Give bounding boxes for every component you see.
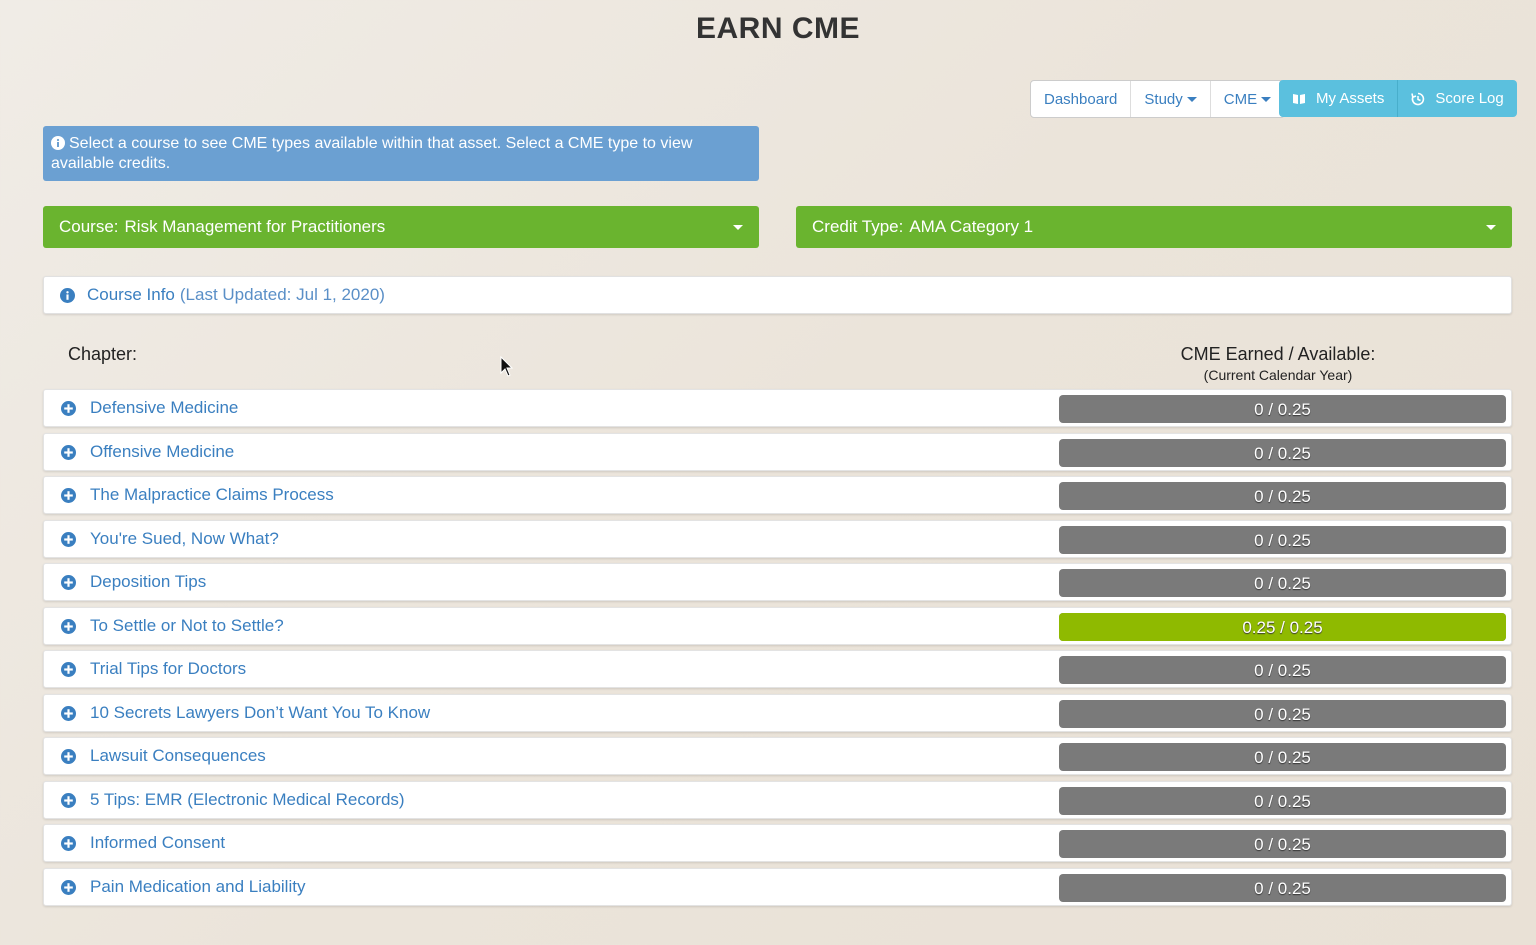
study-dropdown-button[interactable]: Study xyxy=(1131,81,1211,117)
chapter-title[interactable]: You're Sued, Now What? xyxy=(90,529,279,549)
cme-label: CME xyxy=(1223,90,1258,108)
chapter-title[interactable]: Pain Medication and Liability xyxy=(90,877,305,897)
chapter-row[interactable]: Lawsuit Consequences 0 / 0.25 xyxy=(43,737,1512,775)
my-assets-label: My Assets xyxy=(1316,90,1385,107)
chapter-title[interactable]: 5 Tips: EMR (Electronic Medical Records) xyxy=(90,790,405,810)
chapter-title[interactable]: Trial Tips for Doctors xyxy=(90,659,246,679)
chapter-row[interactable]: Pain Medication and Liability 0 / 0.25 xyxy=(43,867,1512,906)
chapter-row[interactable]: 5 Tips: EMR (Electronic Medical Records)… xyxy=(43,780,1512,819)
cme-progress-bar: 0 / 0.25 xyxy=(1059,743,1506,771)
chapter-title[interactable]: Lawsuit Consequences xyxy=(90,746,266,766)
course-info-updated: (Last Updated: Jul 1, 2020) xyxy=(179,285,385,304)
cme-progress-bar: 0 / 0.25 xyxy=(1059,786,1506,815)
credit-type-value: AMA Category 1 xyxy=(909,217,1034,236)
chapter-title[interactable]: Deposition Tips xyxy=(90,572,206,592)
caret-down-icon xyxy=(1486,225,1496,230)
course-select-label: Course: xyxy=(59,217,119,236)
plus-circle-icon[interactable] xyxy=(61,401,76,416)
cme-progress-bar: 0 / 0.25 xyxy=(1059,830,1506,858)
cme-progress-text: 0 / 0.25 xyxy=(1254,704,1311,724)
chapter-title[interactable]: Informed Consent xyxy=(90,833,225,853)
cme-progress-text: 0 / 0.25 xyxy=(1254,574,1311,593)
plus-circle-icon[interactable] xyxy=(61,792,76,808)
cme-progress-text: 0 / 0.25 xyxy=(1254,443,1311,463)
plus-circle-icon[interactable] xyxy=(61,618,76,634)
chapter-title[interactable]: The Malpractice Claims Process xyxy=(90,485,334,505)
caret-down-icon xyxy=(1186,96,1197,102)
my-assets-button[interactable]: My Assets xyxy=(1279,80,1399,117)
asset-button-group: My Assets Score Log xyxy=(1279,80,1517,117)
chapter-row[interactable]: Trial Tips for Doctors 0 / 0.25 xyxy=(43,650,1512,688)
plus-circle-icon[interactable] xyxy=(61,749,76,764)
nav-button-group: Dashboard Study CME xyxy=(1030,80,1286,118)
course-info-link[interactable]: Course Info xyxy=(87,285,175,305)
chapter-title[interactable]: 10 Secrets Lawyers Don’t Want You To Kno… xyxy=(90,703,430,723)
chapter-row[interactable]: To Settle or Not to Settle? 0.25 / 0.25 xyxy=(43,606,1512,645)
plus-circle-icon[interactable] xyxy=(61,705,76,721)
chapter-column-header: Chapter: xyxy=(68,344,138,364)
plus-circle-icon[interactable] xyxy=(61,444,76,460)
cme-progress-text: 0 / 0.25 xyxy=(1254,661,1311,680)
cme-progress-bar: 0 / 0.25 xyxy=(1059,525,1506,554)
plus-circle-icon[interactable] xyxy=(61,575,76,590)
chapter-title[interactable]: Offensive Medicine xyxy=(90,442,234,462)
cme-progress-bar: 0 / 0.25 xyxy=(1059,656,1506,684)
earned-header-title: CME Earned / Available: xyxy=(1180,344,1376,364)
dashboard-button[interactable]: Dashboard xyxy=(1031,81,1132,117)
cme-progress-bar: 0 / 0.25 xyxy=(1059,699,1506,728)
cme-progress-text: 0 / 0.25 xyxy=(1254,487,1311,506)
chapter-row[interactable]: Offensive Medicine 0 / 0.25 xyxy=(43,432,1512,471)
course-info-panel[interactable]: Course Info (Last Updated: Jul 1, 2020) xyxy=(43,276,1512,314)
cme-progress-text: 0 / 0.25 xyxy=(1254,748,1311,767)
credit-type-select[interactable]: Credit Type: AMA Category 1 xyxy=(796,206,1512,248)
cme-progress-bar: 0 / 0.25 xyxy=(1059,395,1506,423)
cme-progress-text: 0 / 0.25 xyxy=(1254,878,1311,898)
cme-progress-text: 0 / 0.25 xyxy=(1254,835,1311,854)
course-select[interactable]: Course: Risk Management for Practitioner… xyxy=(43,206,759,248)
chapter-list: Defensive Medicine 0 / 0.25 Offensive Medi… xyxy=(43,389,1512,911)
chapter-title[interactable]: To Settle or Not to Settle? xyxy=(90,616,284,636)
plus-circle-icon[interactable] xyxy=(61,836,76,851)
caret-down-icon xyxy=(733,225,743,230)
chapter-row[interactable]: You're Sued, Now What? 0 / 0.25 xyxy=(43,519,1512,558)
chapter-row[interactable]: Informed Consent 0 / 0.25 xyxy=(43,824,1512,862)
chapter-row[interactable]: 10 Secrets Lawyers Don’t Want You To Kno… xyxy=(43,693,1512,732)
cme-progress-bar: 0.25 / 0.25 xyxy=(1059,612,1506,641)
cme-progress-bar: 0 / 0.25 xyxy=(1059,873,1506,902)
dashboard-label: Dashboard xyxy=(1044,90,1118,108)
page-title: EARN CME xyxy=(695,12,860,45)
info-circle-icon xyxy=(51,136,65,150)
cme-progress-bar: 0 / 0.25 xyxy=(1059,569,1506,597)
earned-header-subtitle: (Current Calendar Year) xyxy=(1203,367,1353,383)
cme-progress-text: 0.25 / 0.25 xyxy=(1242,617,1323,637)
chapter-row[interactable]: Deposition Tips 0 / 0.25 xyxy=(43,563,1512,601)
cme-progress-text: 0 / 0.25 xyxy=(1254,791,1311,811)
mouse-cursor-icon xyxy=(500,356,514,377)
plus-circle-icon[interactable] xyxy=(61,662,76,677)
cme-progress-text: 0 / 0.25 xyxy=(1254,400,1311,419)
cme-dropdown-button[interactable]: CME xyxy=(1211,81,1284,117)
earned-column-header: CME Earned / Available: (Current Calenda… xyxy=(1078,344,1478,383)
book-icon xyxy=(1293,93,1305,104)
course-select-value: Risk Management for Practitioners xyxy=(124,217,386,236)
info-circle-icon xyxy=(60,287,75,303)
credit-type-label: Credit Type: xyxy=(812,217,904,236)
score-log-button[interactable]: Score Log xyxy=(1398,80,1516,117)
plus-circle-icon[interactable] xyxy=(61,531,76,547)
cme-progress-bar: 0 / 0.25 xyxy=(1059,438,1506,467)
plus-circle-icon[interactable] xyxy=(61,488,76,503)
chapter-row[interactable]: The Malpractice Claims Process 0 / 0.25 xyxy=(43,476,1512,514)
info-alert: Select a course to see CME types availab… xyxy=(43,126,759,181)
score-log-label: Score Log xyxy=(1435,90,1504,107)
plus-circle-icon[interactable] xyxy=(61,879,76,895)
cme-progress-bar: 0 / 0.25 xyxy=(1059,482,1506,510)
info-message: Select a course to see CME types availab… xyxy=(51,135,693,172)
caret-down-icon xyxy=(1261,96,1272,102)
study-label: Study xyxy=(1144,90,1183,108)
chapter-row[interactable]: Defensive Medicine 0 / 0.25 xyxy=(43,389,1512,427)
cme-progress-text: 0 / 0.25 xyxy=(1254,530,1311,550)
history-icon xyxy=(1411,92,1425,105)
chapter-title[interactable]: Defensive Medicine xyxy=(90,398,238,418)
